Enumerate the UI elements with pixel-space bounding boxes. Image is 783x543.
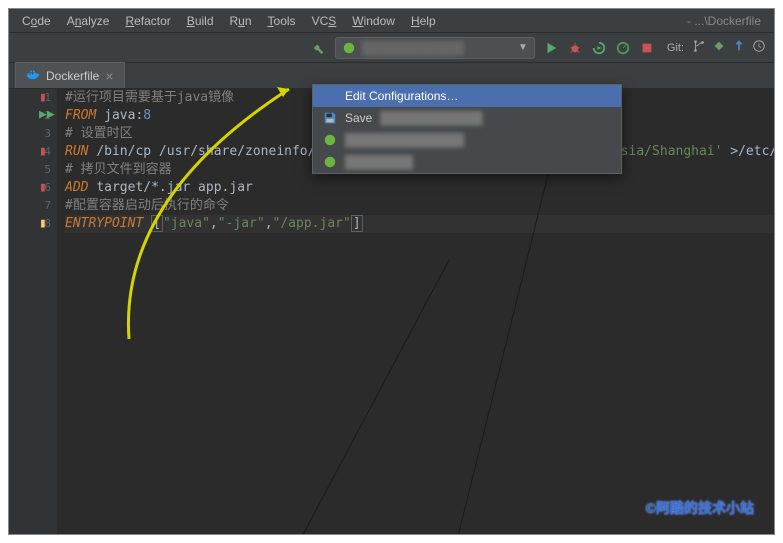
- menu-tools[interactable]: Tools: [261, 12, 303, 30]
- breakpoint-icon[interactable]: ▮: [39, 90, 47, 105]
- menu-code[interactable]: Code: [15, 12, 58, 30]
- code-line[interactable]: #配置容器启动后执行的命令: [65, 197, 774, 215]
- run-icon[interactable]: [543, 40, 559, 56]
- spring-icon: [323, 155, 337, 169]
- warning-gutter-icon[interactable]: ▮: [39, 216, 47, 231]
- blurred-text: ████████: [345, 155, 413, 169]
- menu-vcs[interactable]: VCS: [305, 12, 344, 30]
- blurred-text: ██████████████: [345, 133, 464, 147]
- menu-run[interactable]: Run: [223, 12, 259, 30]
- git-label: Git:: [667, 42, 684, 54]
- spring-icon: [323, 133, 337, 147]
- spring-icon: [342, 41, 356, 55]
- menu-config-item[interactable]: ██████████████: [313, 129, 621, 151]
- git-update-icon[interactable]: [732, 39, 746, 56]
- save-icon: [323, 111, 337, 125]
- menu-config-item[interactable]: ████████: [313, 151, 621, 173]
- run-gutter-icon[interactable]: ▶▶: [39, 107, 55, 122]
- toolbar: ████████████ ▼ Git:: [9, 33, 774, 63]
- run-config-menu: Edit Configurations… Save ████████████ █…: [312, 84, 622, 174]
- menu-build[interactable]: Build: [180, 12, 221, 30]
- debug-icon[interactable]: [567, 40, 583, 56]
- git-commit-icon[interactable]: [712, 39, 726, 56]
- gutter: 1234 5678: [9, 89, 57, 534]
- run-config-text: ████████████: [362, 41, 518, 55]
- breakpoint-icon[interactable]: ▮: [39, 144, 47, 159]
- close-icon[interactable]: ×: [105, 69, 113, 83]
- menu-help[interactable]: Help: [404, 12, 443, 30]
- chevron-down-icon: ▼: [518, 42, 528, 53]
- tab-label: Dockerfile: [46, 69, 99, 83]
- blurred-text: ████████████: [380, 111, 482, 125]
- menu-window[interactable]: Window: [345, 12, 402, 30]
- build-icon[interactable]: [311, 40, 327, 56]
- code-line[interactable]: ENTRYPOINT ["java","-jar","/app.jar"]: [65, 215, 774, 233]
- docker-icon: [26, 67, 40, 84]
- menu-edit-configurations[interactable]: Edit Configurations…: [313, 85, 621, 107]
- git-history-icon[interactable]: [752, 39, 766, 56]
- profile-icon[interactable]: [615, 40, 631, 56]
- menu-save-configuration[interactable]: Save ████████████: [313, 107, 621, 129]
- stop-icon[interactable]: [639, 40, 655, 56]
- window-title: - ...\Dockerfile: [680, 12, 768, 30]
- run-config-dropdown[interactable]: ████████████ ▼: [335, 37, 535, 59]
- breakpoint-icon[interactable]: ▮: [39, 180, 47, 195]
- menu-bar: Code Analyze Refactor Build Run Tools VC…: [9, 9, 774, 33]
- menu-refactor[interactable]: Refactor: [118, 12, 177, 30]
- code-line[interactable]: ADD target/*.jar app.jar: [65, 179, 774, 197]
- tab-dockerfile[interactable]: Dockerfile ×: [15, 62, 125, 88]
- coverage-icon[interactable]: [591, 40, 607, 56]
- menu-analyze[interactable]: Analyze: [60, 12, 117, 30]
- git-branch-icon[interactable]: [692, 39, 706, 56]
- watermark: ©阿酷的技术小站: [646, 498, 754, 518]
